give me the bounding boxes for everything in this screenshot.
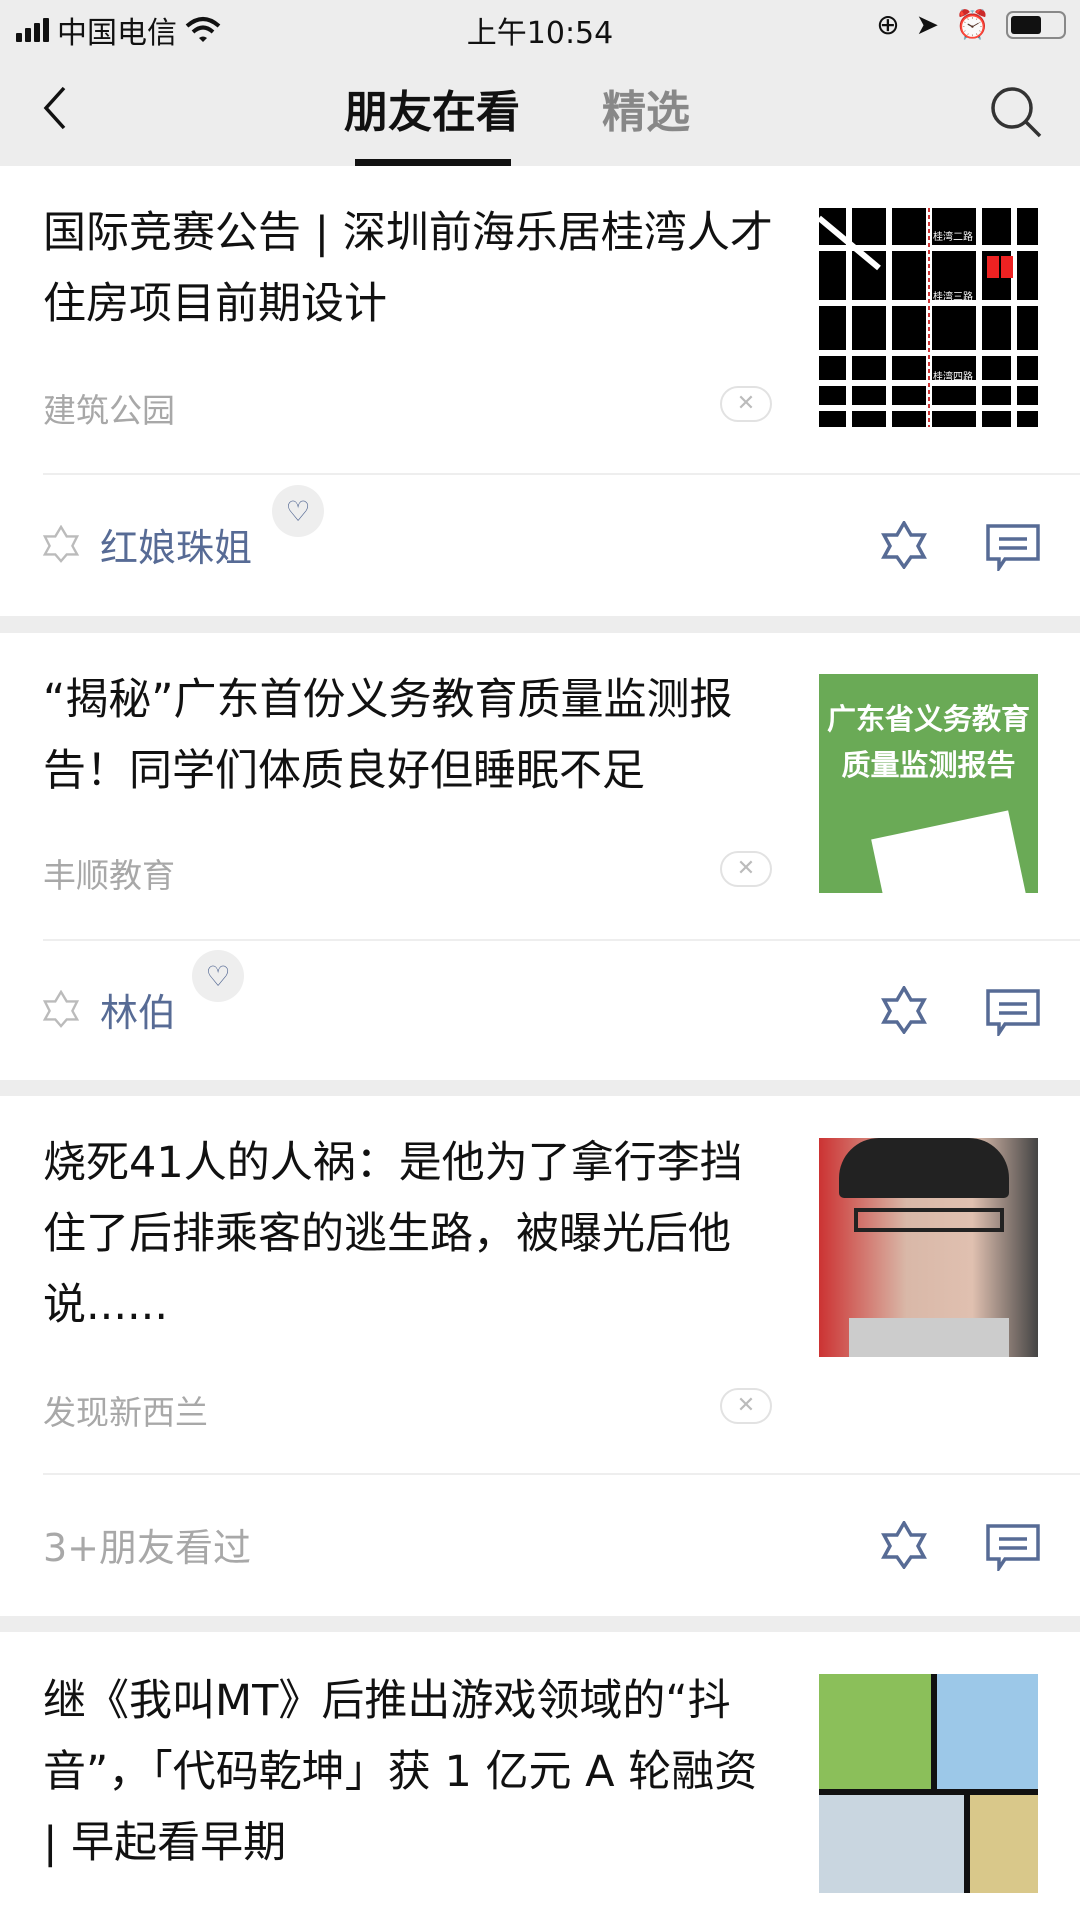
- divider: [43, 1473, 1080, 1475]
- active-tab-indicator: [355, 159, 511, 166]
- map-label: 桂湾三路: [933, 290, 973, 303]
- back-icon[interactable]: [40, 86, 70, 130]
- comment-icon[interactable]: [985, 988, 1041, 1036]
- search-icon[interactable]: [988, 84, 1044, 140]
- article-card[interactable]: “揭秘”广东首份义务教育质量监测报告！同学们体质良好但睡眠不足 丰顺教育 ✕ 广…: [0, 633, 1080, 1080]
- location-icon: ➤: [915, 8, 940, 41]
- tab-featured[interactable]: 精选: [602, 76, 690, 140]
- article-footer: 林伯 ♡: [0, 950, 1080, 1050]
- article-title[interactable]: “揭秘”广东首份义务教育质量监测报告！同学们体质良好但睡眠不足: [43, 665, 783, 807]
- divider: [43, 939, 1080, 941]
- article-title[interactable]: 继《我叫MT》后推出游戏领域的“抖音”，「代码乾坤」获 1 亿元 A 轮融资 |…: [43, 1666, 783, 1879]
- wow-icon: [42, 525, 80, 563]
- comment-icon[interactable]: [985, 523, 1041, 571]
- article-card[interactable]: 继《我叫MT》后推出游戏领域的“抖音”，「代码乾坤」获 1 亿元 A 轮融资 |…: [0, 1632, 1080, 1920]
- article-source: 丰顺教育: [43, 856, 175, 895]
- comment-icon[interactable]: [985, 1523, 1041, 1571]
- article-card[interactable]: 烧死41人的人祸：是他为了拿行李挡住了后排乘客的逃生路，被曝光后他说......…: [0, 1096, 1080, 1616]
- article-title[interactable]: 国际竞赛公告 | 深圳前海乐居桂湾人才住房项目前期设计: [43, 198, 783, 340]
- dismiss-button[interactable]: ✕: [720, 386, 772, 422]
- friends-viewed-count[interactable]: 3+朋友看过: [43, 1517, 251, 1572]
- article-title[interactable]: 烧死41人的人祸：是他为了拿行李挡住了后排乘客的逃生路，被曝光后他说......: [43, 1128, 783, 1341]
- thumbnail-text: 广东省义务教育: [826, 702, 1030, 736]
- article-thumbnail[interactable]: [819, 1674, 1038, 1893]
- article-thumbnail[interactable]: [819, 1138, 1038, 1357]
- nav-bar: 朋友在看 精选: [0, 54, 1080, 166]
- article-thumbnail[interactable]: 桂湾二路 桂湾三路 桂湾四路: [819, 208, 1038, 427]
- article-card[interactable]: 国际竞赛公告 | 深圳前海乐居桂湾人才住房项目前期设计 建筑公园 ✕ 桂湾二路 …: [0, 166, 1080, 616]
- divider: [43, 473, 1080, 475]
- wow-icon: [42, 990, 80, 1028]
- friend-name[interactable]: 林伯: [100, 982, 176, 1037]
- thumbnail-text: 质量监测报告: [841, 748, 1016, 782]
- like-heart-icon: ♡: [272, 485, 324, 537]
- status-bar: 中国电信 上午10:54 ⊕ ➤ ⏰: [0, 0, 1080, 54]
- wow-button-icon[interactable]: [880, 1521, 928, 1569]
- article-source: 建筑公园: [43, 391, 175, 430]
- alarm-icon: ⏰: [955, 8, 990, 41]
- map-label: 桂湾四路: [933, 370, 973, 383]
- wow-button-icon[interactable]: [880, 521, 928, 569]
- article-footer: 红娘珠姐 ♡: [0, 485, 1080, 585]
- rotation-lock-icon: ⊕: [876, 8, 900, 41]
- dismiss-button[interactable]: ✕: [720, 1388, 772, 1424]
- friend-name[interactable]: 红娘珠姐: [100, 517, 252, 572]
- tab-friends-watching[interactable]: 朋友在看: [344, 76, 520, 140]
- article-thumbnail[interactable]: 广东省义务教育 质量监测报告: [819, 674, 1038, 893]
- article-source: 发现新西兰: [43, 1393, 208, 1432]
- wow-button-icon[interactable]: [880, 986, 928, 1034]
- article-footer: 3+朋友看过: [0, 1505, 1080, 1585]
- dismiss-button[interactable]: ✕: [720, 851, 772, 887]
- map-label: 桂湾二路: [933, 230, 973, 243]
- battery-icon: [1006, 10, 1066, 39]
- like-heart-icon: ♡: [192, 950, 244, 1002]
